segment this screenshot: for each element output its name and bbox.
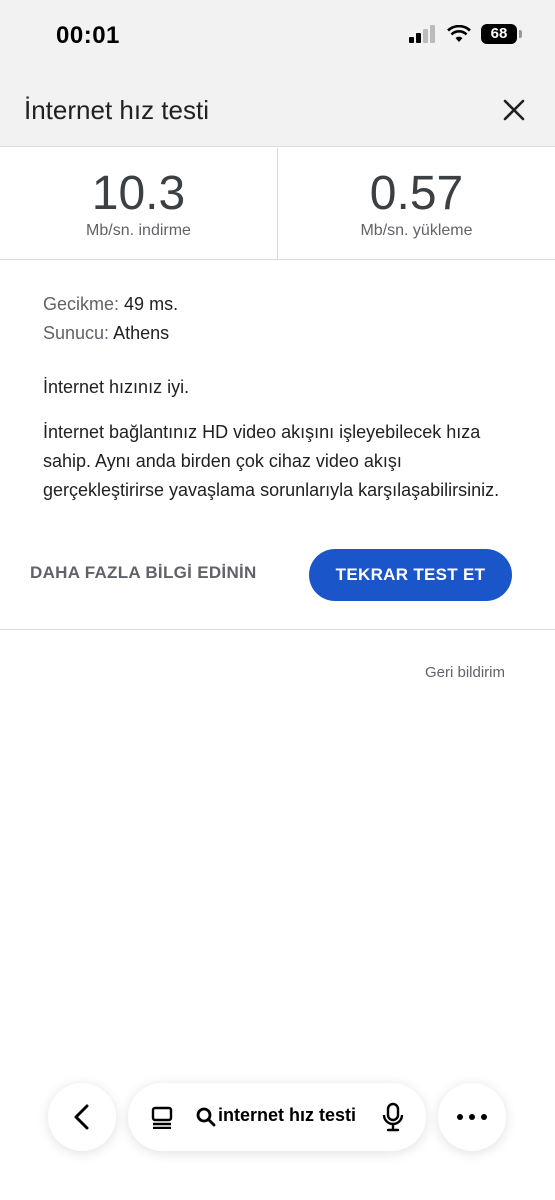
back-button[interactable] bbox=[48, 1083, 116, 1151]
signal-icon bbox=[409, 25, 435, 43]
download-result: 10.3 Mb/sn. indirme bbox=[0, 148, 277, 259]
more-options-button[interactable] bbox=[438, 1083, 506, 1151]
bottom-toolbar: internet hız testi bbox=[0, 1083, 555, 1153]
more-dots-icon bbox=[457, 1114, 487, 1120]
speed-results: 10.3 Mb/sn. indirme 0.57 Mb/sn. yükleme bbox=[0, 148, 555, 260]
server-label: Sunucu: bbox=[43, 323, 110, 343]
tabs-icon bbox=[151, 1106, 173, 1129]
microphone-icon[interactable] bbox=[382, 1102, 404, 1132]
latency-row: Gecikme: 49 ms. bbox=[43, 290, 513, 319]
download-value: 10.3 bbox=[91, 167, 186, 220]
search-query: internet hız testi bbox=[218, 1105, 357, 1125]
divider bbox=[0, 629, 555, 630]
upload-result: 0.57 Mb/sn. yükleme bbox=[277, 148, 555, 259]
status-icons: 68 bbox=[409, 24, 522, 44]
dialog-header: İnternet hız testi bbox=[0, 75, 555, 147]
feedback-link[interactable]: Geri bildirim bbox=[425, 664, 505, 681]
search-bar[interactable]: internet hız testi bbox=[128, 1083, 426, 1151]
latency-value: 49 ms. bbox=[124, 294, 179, 314]
upload-value: 0.57 bbox=[369, 167, 464, 220]
learn-more-link[interactable]: DAHA FAZLA BİLGİ EDİNİN bbox=[30, 563, 257, 583]
test-details: Gecikme: 49 ms. Sunucu: Athens İnternet … bbox=[43, 290, 513, 505]
speed-description: İnternet bağlantınız HD video akışını iş… bbox=[43, 422, 500, 500]
battery-icon: 68 bbox=[481, 24, 522, 44]
search-icon bbox=[196, 1107, 216, 1127]
download-unit: Mb/sn. indirme bbox=[86, 222, 191, 239]
server-row: Sunucu: Athens bbox=[43, 319, 513, 348]
chevron-left-icon bbox=[74, 1104, 89, 1130]
retest-button[interactable]: TEKRAR TEST ET bbox=[309, 549, 512, 601]
upload-unit: Mb/sn. yükleme bbox=[360, 222, 473, 239]
server-value: Athens bbox=[113, 323, 170, 343]
speed-verdict: İnternet hızınız iyi. bbox=[43, 377, 190, 397]
status-time: 00:01 bbox=[56, 22, 120, 49]
close-icon[interactable] bbox=[497, 93, 531, 127]
latency-label: Gecikme: bbox=[43, 294, 120, 314]
wifi-icon bbox=[447, 25, 471, 42]
page-title: İnternet hız testi bbox=[24, 95, 209, 125]
action-row: DAHA FAZLA BİLGİ EDİNİN TEKRAR TEST ET bbox=[0, 549, 555, 601]
status-bar: 00:01 68 bbox=[0, 0, 555, 75]
